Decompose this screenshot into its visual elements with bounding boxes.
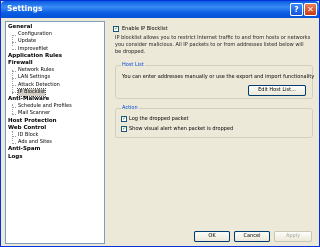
tree-item-host-protection[interactable]: Host Protection — [8, 118, 57, 125]
tree-item-logs[interactable]: Logs — [8, 154, 23, 161]
tree-connector — [12, 34, 16, 36]
tree-connector — [12, 104, 13, 114]
ip-blocklist-pane: Enable IP Blocklist IP blocklist allows … — [109, 21, 317, 226]
apply-button[interactable]: Apply — [274, 231, 312, 242]
host-list-title: Host List — [121, 62, 145, 68]
tree-item-id-block[interactable]: ID Block — [18, 132, 38, 139]
tree-connector — [12, 35, 13, 46]
log-packet-checkbox[interactable] — [121, 115, 127, 122]
tree-connector — [12, 142, 16, 144]
tree-connector — [12, 113, 16, 115]
enable-blocklist-label: Enable IP Blocklist — [122, 26, 168, 32]
tree-item-mail-scanner[interactable]: Mail Scanner — [18, 110, 50, 117]
host-list-group: Host List You can enter addresses manual… — [115, 62, 315, 99]
tree-connector — [12, 49, 16, 51]
tree-connector — [12, 41, 16, 43]
settings-tree: General Configuration Update Improvefilet Ap… — [5, 21, 105, 244]
tree-item-improvefilet[interactable]: Improvefilet — [18, 46, 48, 53]
tree-item-attack-detection[interactable]: Attack Detection — [18, 82, 60, 89]
tree-item-anti-malware[interactable]: Anti-Malware — [8, 96, 49, 103]
window-title: Settings — [7, 4, 43, 13]
ok-button[interactable]: OK — [194, 231, 230, 242]
tree-item-web-control[interactable]: Web Control — [8, 125, 46, 132]
help-button[interactable]: ? — [290, 3, 303, 16]
tree-connector — [12, 77, 16, 79]
tree-item-firewall[interactable]: Firewall — [8, 60, 33, 67]
edit-host-list-button[interactable]: Edit Host List... — [248, 85, 306, 96]
tree-item-configuration[interactable]: Configuration — [18, 31, 52, 38]
title-bar: Settings ? ✕ — [1, 1, 319, 18]
action-group: Action Log the dropped packet Show visua… — [115, 105, 313, 138]
blocklist-description: IP blocklist allows you to restrict Inte… — [115, 35, 311, 55]
visual-alert-checkbox[interactable] — [121, 125, 127, 132]
tree-item-general[interactable]: General — [8, 24, 32, 31]
tree-item-network-rules[interactable]: Network Rules — [18, 67, 54, 74]
tree-connector — [12, 85, 16, 87]
tree-connector — [12, 70, 13, 94]
settings-window: Settings ? ✕ General Configuration Update I… — [0, 0, 320, 247]
action-title: Action — [121, 105, 139, 111]
tree-item-ads-and-sites[interactable]: Ads and Sites — [18, 139, 52, 146]
visual-alert-label: Show visual alert when packet is dropped — [129, 126, 234, 132]
tree-connector — [12, 70, 16, 72]
tree-connector — [12, 106, 16, 108]
tree-item-lan-settings[interactable]: LAN Settings — [18, 74, 50, 81]
tree-connector — [12, 92, 16, 94]
tree-item-update[interactable]: Update — [18, 38, 36, 45]
host-list-text: You can enter addresses manually or use … — [122, 74, 315, 80]
tree-connector — [12, 135, 16, 137]
tree-item-anti-spam[interactable]: Anti-Spam — [8, 146, 40, 153]
tree-item-application-rules[interactable]: Application Rules — [8, 53, 62, 60]
close-button[interactable]: ✕ — [304, 3, 317, 16]
tree-item-ip-blocklist[interactable]: IP Blocklist — [17, 87, 46, 97]
tree-item-schedule-and-profiles[interactable]: Schedule and Profiles — [18, 103, 72, 110]
enable-blocklist-checkbox[interactable] — [113, 25, 119, 32]
cancel-button[interactable]: Cancel — [234, 231, 270, 242]
log-packet-label: Log the dropped packet — [129, 116, 189, 122]
